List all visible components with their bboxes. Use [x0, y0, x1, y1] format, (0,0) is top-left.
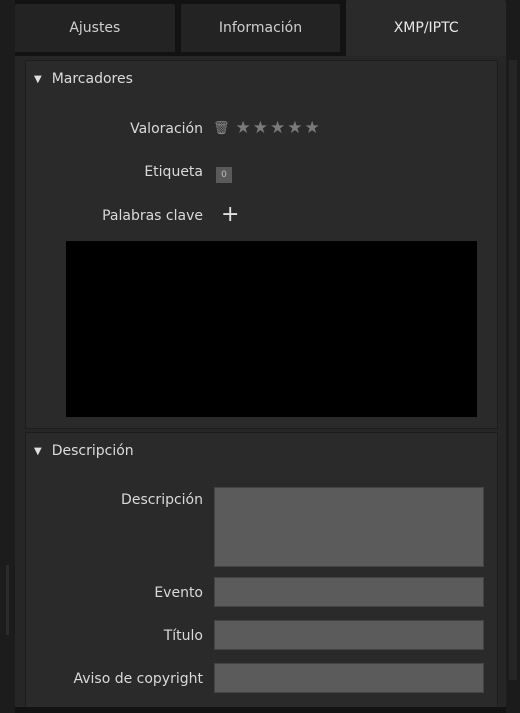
- collapse-triangle-icon: ▼: [34, 73, 42, 85]
- tab-ajustes[interactable]: Ajustes: [15, 4, 175, 52]
- label-label: Etiqueta: [144, 164, 203, 180]
- markers-section-title: Marcadores: [51, 71, 133, 87]
- description-label: Descripción: [121, 492, 203, 508]
- star-icon[interactable]: ★: [305, 118, 320, 138]
- collapse-triangle-icon: ▼: [34, 445, 42, 457]
- left-resize-handle[interactable]: [6, 565, 9, 635]
- color-label-chip[interactable]: 0: [216, 167, 232, 183]
- star-icon[interactable]: ★: [253, 118, 268, 138]
- star-icon[interactable]: ★: [270, 118, 285, 138]
- keywords-list[interactable]: [66, 241, 477, 417]
- clear-rating-trash-icon[interactable]: 🗑: [213, 121, 230, 136]
- copyright-label: Aviso de copyright: [73, 671, 203, 687]
- tab-xmp-iptc[interactable]: XMP/IPTC: [346, 0, 507, 56]
- left-side-strip: [0, 0, 15, 713]
- add-keyword-plus-icon[interactable]: +: [221, 204, 239, 226]
- markers-section: ▼ Marcadores Valoración 🗑 ★ ★ ★ ★ ★ Etiq…: [25, 60, 498, 429]
- keywords-label: Palabras clave: [102, 208, 203, 224]
- description-section-header[interactable]: ▼ Descripción: [34, 443, 134, 459]
- description-field[interactable]: [214, 487, 484, 567]
- rating-control[interactable]: 🗑 ★ ★ ★ ★ ★: [213, 118, 320, 138]
- description-section-title: Descripción: [51, 443, 134, 459]
- tab-bar: Ajustes Información XMP/IPTC: [15, 0, 507, 56]
- copyright-field[interactable]: [214, 663, 484, 693]
- description-section: ▼ Descripción Descripción Evento Título …: [25, 432, 498, 707]
- title-field[interactable]: [214, 620, 484, 650]
- event-field[interactable]: [214, 577, 484, 607]
- tab-informacion[interactable]: Información: [180, 4, 341, 52]
- event-label: Evento: [154, 585, 203, 601]
- markers-section-header[interactable]: ▼ Marcadores: [34, 71, 133, 87]
- right-side-strip: [506, 0, 520, 713]
- title-label: Título: [163, 628, 203, 644]
- xmp-iptc-panel: ▼ Marcadores Valoración 🗑 ★ ★ ★ ★ ★ Etiq…: [15, 56, 506, 707]
- vertical-scrollbar[interactable]: [509, 60, 517, 680]
- metadata-panel-window: Ajustes Información XMP/IPTC ▼ Marcadore…: [0, 0, 520, 713]
- rating-label: Valoración: [130, 121, 203, 137]
- star-icon[interactable]: ★: [287, 118, 302, 138]
- star-icon[interactable]: ★: [236, 118, 251, 138]
